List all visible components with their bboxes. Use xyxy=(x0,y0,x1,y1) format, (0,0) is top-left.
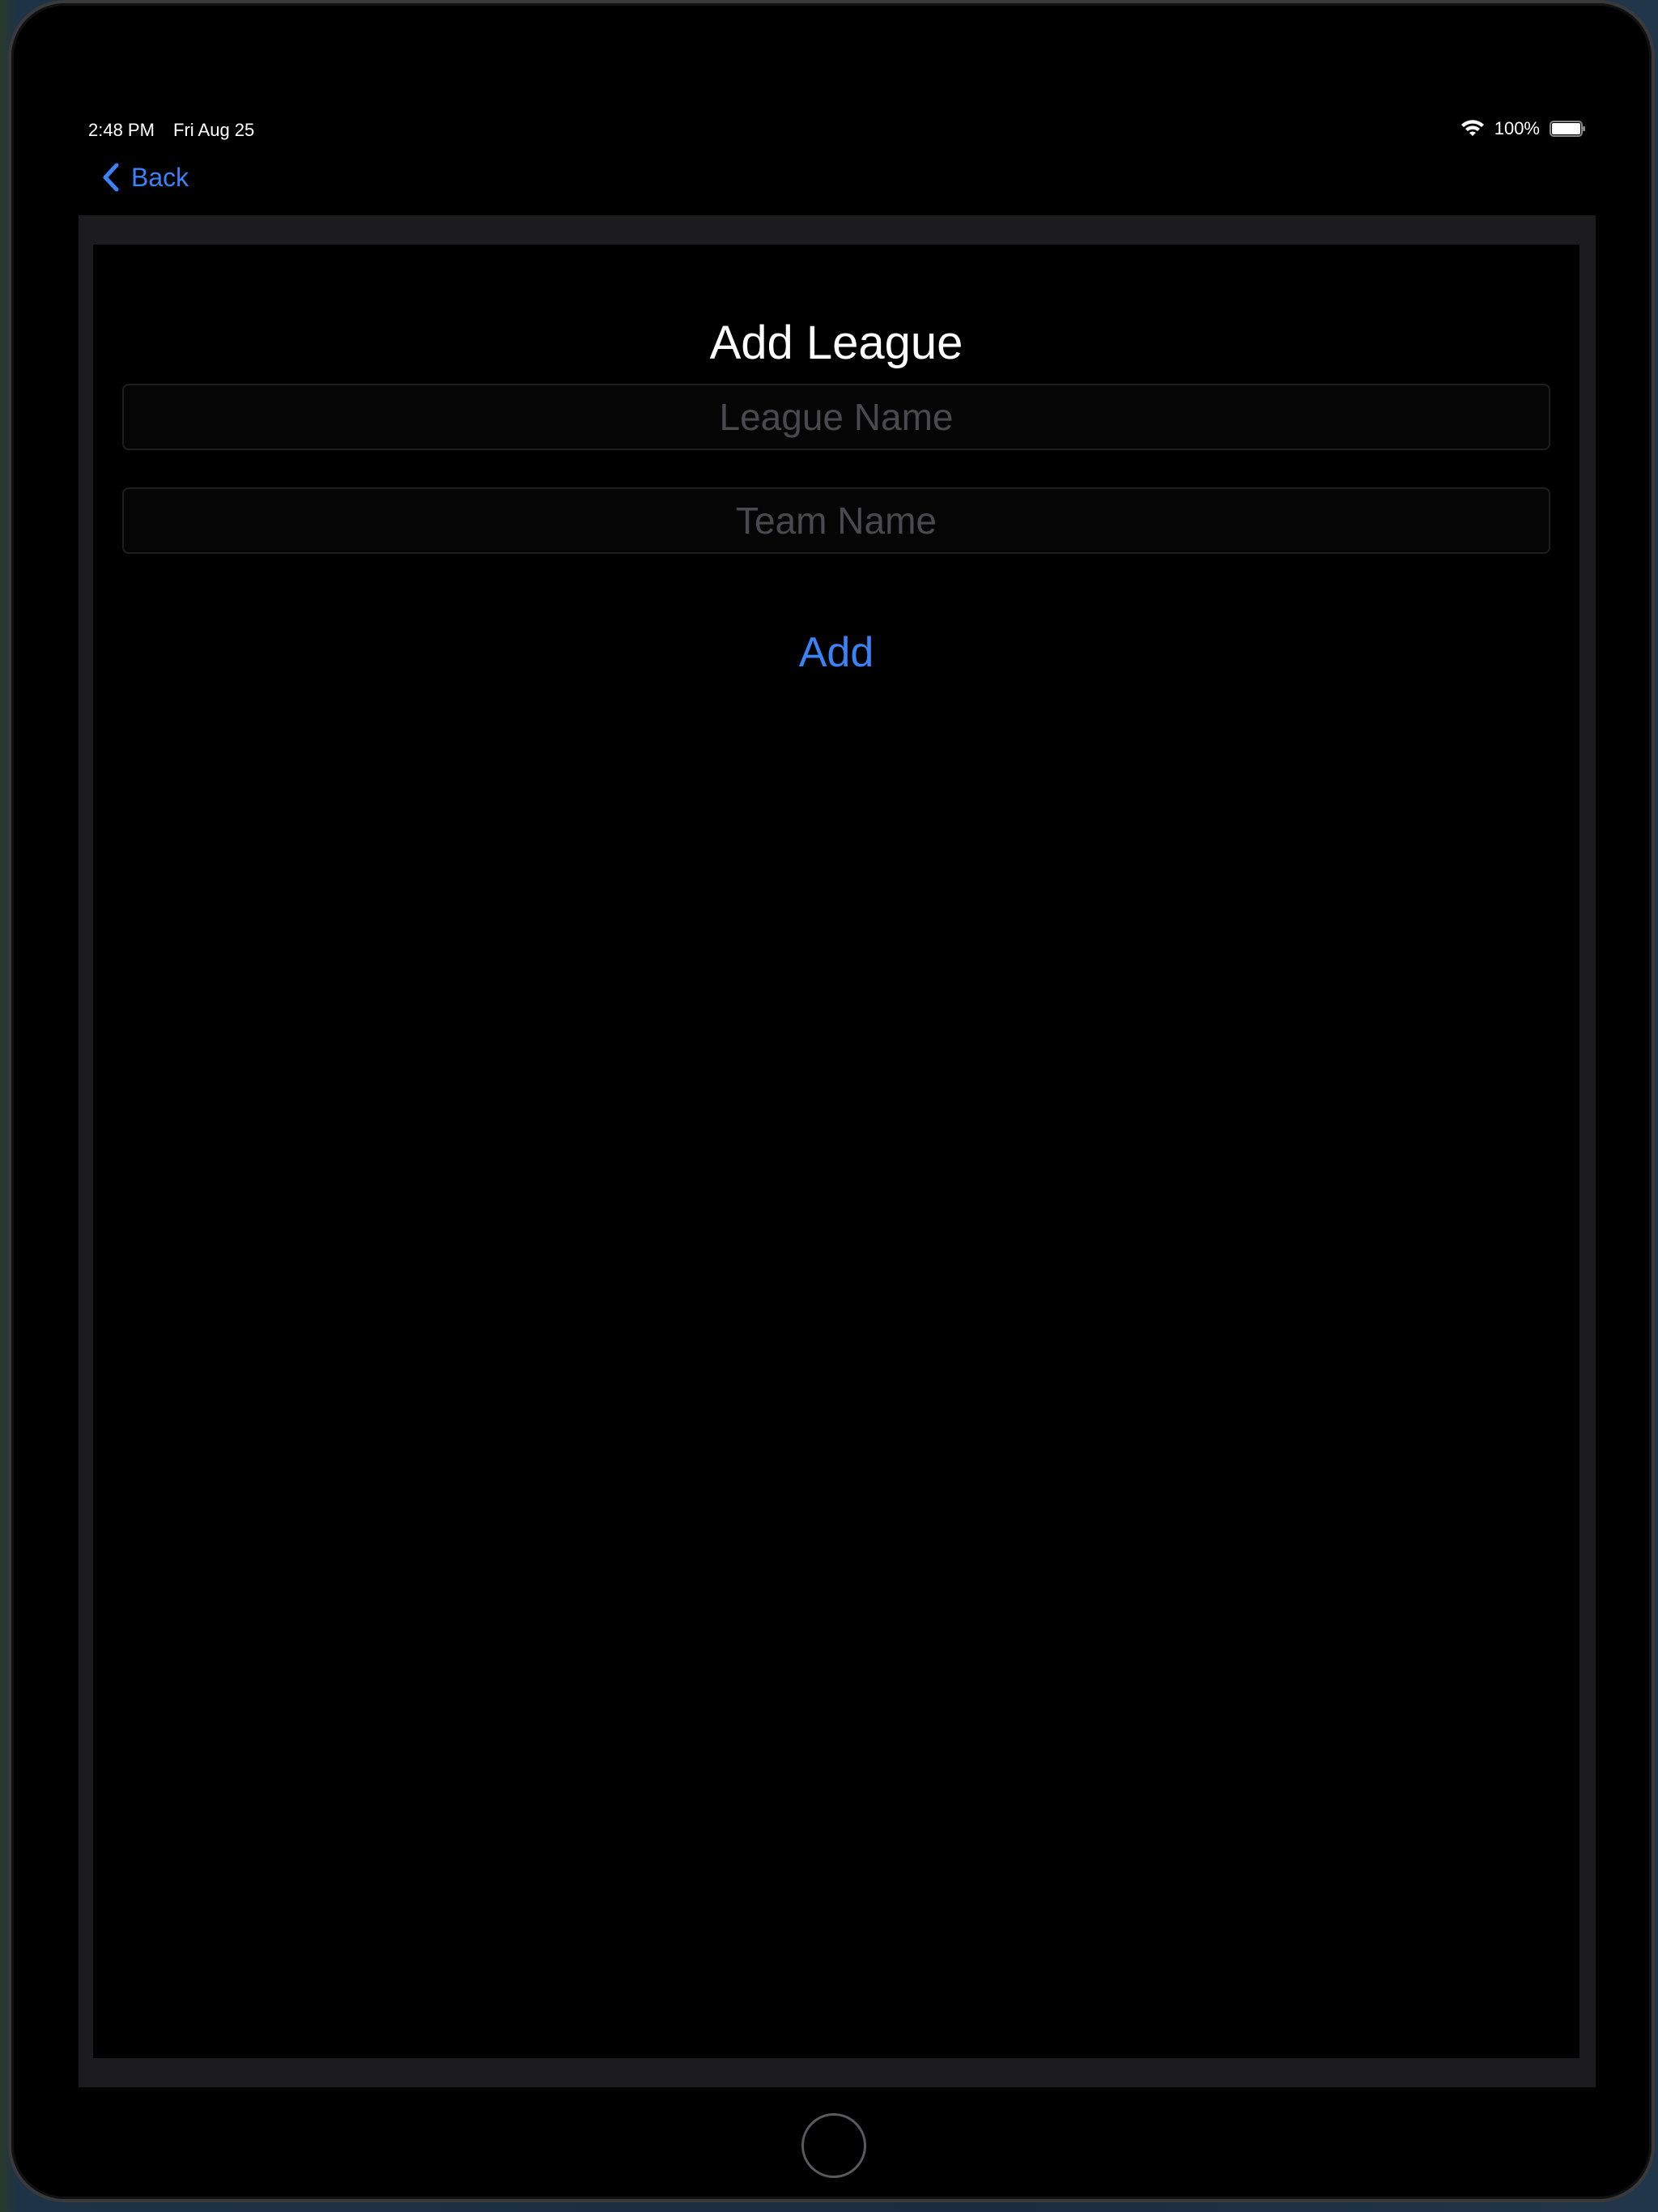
status-indicators: 100% xyxy=(1460,118,1587,139)
add-league-form: Add League Add xyxy=(93,245,1579,2058)
league-name-input[interactable] xyxy=(124,385,1549,449)
back-label: Back xyxy=(131,162,189,192)
wifi-icon xyxy=(1460,120,1485,138)
league-name-field[interactable] xyxy=(122,384,1550,450)
ipad-device-frame: 2:48 PM Fri Aug 25 100% Back Add League … xyxy=(8,0,1655,2202)
status-bar: 2:48 PM Fri Aug 25 100% xyxy=(11,117,1652,149)
battery-icon xyxy=(1550,120,1587,138)
team-name-field[interactable] xyxy=(122,487,1550,554)
page-title: Add League xyxy=(709,317,963,369)
status-time: 2:48 PM xyxy=(88,120,155,140)
form-sheet-border: Add League Add xyxy=(79,215,1596,2087)
home-button[interactable] xyxy=(801,2113,866,2178)
back-button[interactable]: Back xyxy=(99,162,189,193)
team-name-input[interactable] xyxy=(124,489,1549,552)
status-date: Fri Aug 25 xyxy=(173,120,255,140)
battery-percent: 100% xyxy=(1494,118,1540,138)
chevron-left-icon xyxy=(99,162,121,193)
add-button[interactable]: Add xyxy=(93,628,1579,677)
